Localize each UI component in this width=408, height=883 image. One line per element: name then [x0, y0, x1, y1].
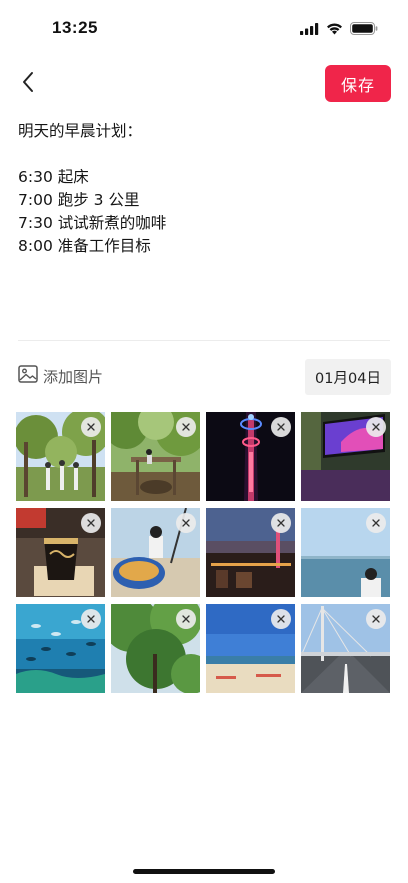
- date-chip[interactable]: 01月04日: [305, 359, 391, 395]
- note-line: 7:00 跑步 3 公里: [18, 191, 140, 209]
- close-icon: [87, 519, 95, 527]
- close-icon: [372, 615, 380, 623]
- note-title: 明天的早晨计划：: [18, 122, 143, 140]
- remove-photo-button[interactable]: [176, 417, 196, 437]
- chevron-left-icon: [21, 71, 35, 97]
- home-indicator: [133, 869, 275, 874]
- photo-thumbnail[interactable]: [206, 412, 295, 501]
- nav-bar: 保存: [0, 62, 408, 106]
- close-icon: [372, 519, 380, 527]
- battery-icon: [350, 20, 378, 39]
- note-body[interactable]: 明天的早晨计划： 6:30 起床 7:00 跑步 3 公里 7:30 试试新煮的…: [18, 120, 390, 258]
- photo-grid: [16, 412, 391, 693]
- remove-photo-button[interactable]: [81, 609, 101, 629]
- remove-photo-button[interactable]: [271, 417, 291, 437]
- close-icon: [277, 615, 285, 623]
- photo-thumbnail[interactable]: [111, 604, 200, 693]
- photo-thumbnail[interactable]: [301, 508, 390, 597]
- remove-photo-button[interactable]: [366, 609, 386, 629]
- photo-thumbnail[interactable]: [16, 508, 105, 597]
- signal-icon: [300, 20, 319, 39]
- close-icon: [182, 615, 190, 623]
- wifi-icon: [326, 20, 343, 39]
- close-icon: [277, 519, 285, 527]
- add-image-label: 添加图片: [43, 367, 104, 386]
- add-image-button[interactable]: 添加图片: [18, 365, 103, 387]
- photo-thumbnail[interactable]: [206, 508, 295, 597]
- close-icon: [372, 423, 380, 431]
- photo-thumbnail[interactable]: [16, 604, 105, 693]
- photo-thumbnail[interactable]: [111, 412, 200, 501]
- close-icon: [87, 423, 95, 431]
- close-icon: [182, 423, 190, 431]
- remove-photo-button[interactable]: [271, 513, 291, 533]
- remove-photo-button[interactable]: [271, 609, 291, 629]
- note-line: 7:30 试试新煮的咖啡: [18, 214, 167, 232]
- note-line: 8:00 准备工作目标: [18, 237, 151, 255]
- photo-thumbnail[interactable]: [111, 508, 200, 597]
- save-button[interactable]: 保存: [325, 65, 391, 102]
- remove-photo-button[interactable]: [176, 609, 196, 629]
- close-icon: [277, 423, 285, 431]
- status-time: 13:25: [52, 18, 98, 37]
- close-icon: [87, 615, 95, 623]
- remove-photo-button[interactable]: [81, 417, 101, 437]
- photo-thumbnail[interactable]: [301, 412, 390, 501]
- note-line: 6:30 起床: [18, 168, 89, 186]
- remove-photo-button[interactable]: [176, 513, 196, 533]
- photo-thumbnail[interactable]: [206, 604, 295, 693]
- remove-photo-button[interactable]: [81, 513, 101, 533]
- image-icon: [18, 365, 38, 387]
- status-icons: [300, 20, 378, 39]
- photo-thumbnail[interactable]: [16, 412, 105, 501]
- remove-photo-button[interactable]: [366, 513, 386, 533]
- status-bar: 13:25: [0, 0, 408, 56]
- close-icon: [182, 519, 190, 527]
- remove-photo-button[interactable]: [366, 417, 386, 437]
- photo-thumbnail[interactable]: [301, 604, 390, 693]
- back-button[interactable]: [12, 66, 44, 102]
- divider: [18, 340, 390, 341]
